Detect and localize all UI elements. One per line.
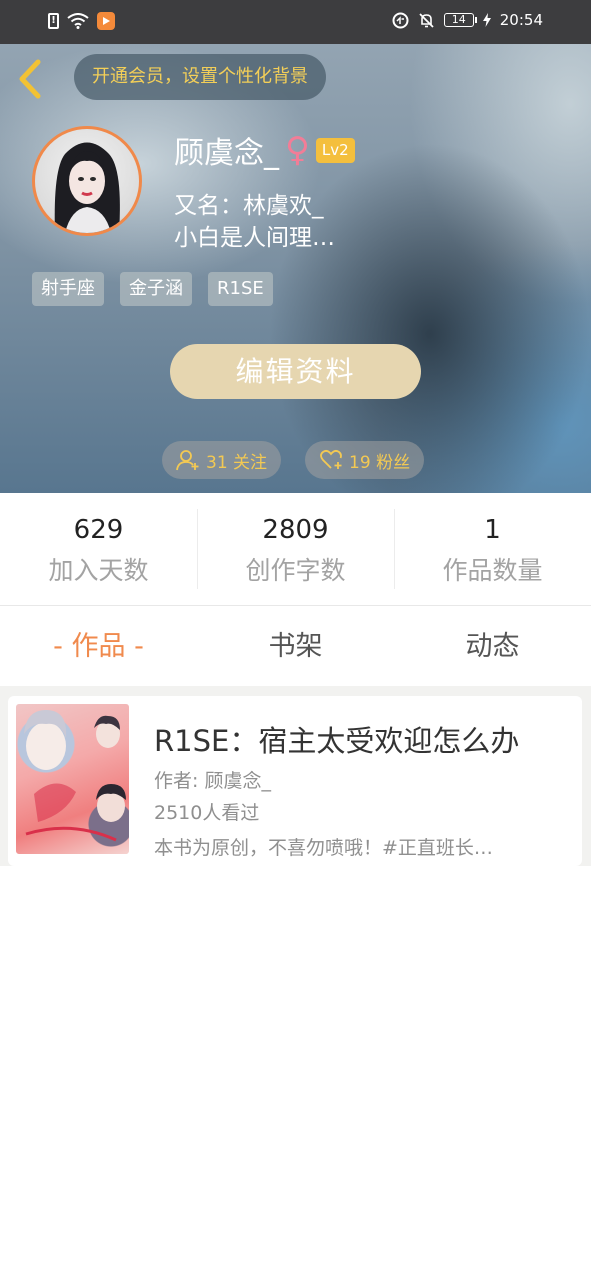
stat-label: 创作字数: [245, 556, 346, 585]
username: 顾虞念_ ♀ Lv2: [174, 128, 355, 172]
book-author: 作者: 顾虞念_: [154, 770, 271, 792]
profile-header: 开通会员，设置个性化背景 顾虞念_ ♀ Lv2 又名：林虞欢_ 小白是人间理… …: [0, 44, 591, 493]
following-count: 31 关注: [206, 452, 268, 473]
app-notification-icon: [97, 12, 115, 30]
stat-value: 1: [484, 515, 501, 545]
level-badge: Lv2: [315, 137, 355, 163]
status-bar: ! 14 20:54: [0, 0, 591, 44]
status-time: 20:54: [499, 11, 543, 29]
charging-icon: [482, 13, 491, 27]
tag-item[interactable]: 金子涵: [120, 272, 192, 306]
stat-word-count: 2809 创作字数: [197, 493, 394, 605]
alias-text: 又名：林虞欢_: [174, 193, 324, 219]
tag-list: 射手座 金子涵 R1SE: [32, 272, 273, 306]
add-user-icon: [176, 450, 199, 471]
fans-button[interactable]: 19 粉丝: [305, 441, 425, 479]
battery-icon: 14: [443, 13, 477, 27]
stat-value: 2809: [262, 515, 329, 545]
book-card[interactable]: R1SE：宿主太受欢迎怎么办 作者: 顾虞念_ 2510人看过 本书为原创，不喜…: [8, 696, 582, 866]
book-title[interactable]: R1SE：宿主太受欢迎怎么办: [154, 718, 519, 760]
book-views: 2510人看过: [154, 802, 260, 824]
book-cover-image[interactable]: [16, 704, 129, 854]
content-tabs: - 作品 - 书架 动态: [0, 606, 591, 686]
tag-item[interactable]: R1SE: [208, 272, 273, 306]
bell-off-icon: [419, 12, 434, 28]
stats-bar: 629 加入天数 2809 创作字数 1 作品数量: [0, 493, 591, 606]
avatar[interactable]: [32, 126, 142, 236]
book-description: 本书为原创，不喜勿喷哦！#正直班长…: [154, 837, 493, 859]
status-icons-right: 14 20:54: [392, 11, 543, 29]
fans-count: 19 粉丝: [349, 452, 411, 473]
tab-bookshelf[interactable]: 书架: [197, 606, 394, 686]
back-button[interactable]: [14, 56, 50, 102]
stat-label: 作品数量: [442, 556, 543, 585]
tab-activity[interactable]: 动态: [394, 606, 591, 686]
sim-alert-icon: !: [48, 13, 59, 29]
edit-profile-button[interactable]: 编辑资料: [170, 344, 421, 399]
female-icon: ♀: [285, 130, 310, 170]
status-icons-left: !: [48, 12, 115, 30]
chevron-left-icon: [19, 59, 41, 99]
stat-join-days: 629 加入天数: [0, 493, 197, 605]
username-text: 顾虞念_: [174, 136, 279, 171]
stat-value: 629: [73, 515, 124, 545]
signature-text[interactable]: 小白是人间理…: [174, 218, 335, 252]
cover-art-icon: [24, 710, 126, 842]
data-saver-icon: [392, 12, 409, 28]
wifi-icon: [67, 13, 89, 29]
stat-label: 加入天数: [48, 556, 149, 585]
vip-banner-button[interactable]: 开通会员，设置个性化背景: [74, 54, 326, 100]
stat-works-count: 1 作品数量: [394, 493, 591, 605]
heart-plus-icon: [320, 449, 342, 469]
tag-item[interactable]: 射手座: [32, 272, 104, 306]
following-button[interactable]: 31 关注: [162, 441, 282, 479]
follow-counts: 31 关注 19 粉丝: [162, 441, 425, 479]
tab-works[interactable]: - 作品 -: [0, 606, 197, 686]
avatar-portrait-icon: [54, 142, 120, 233]
